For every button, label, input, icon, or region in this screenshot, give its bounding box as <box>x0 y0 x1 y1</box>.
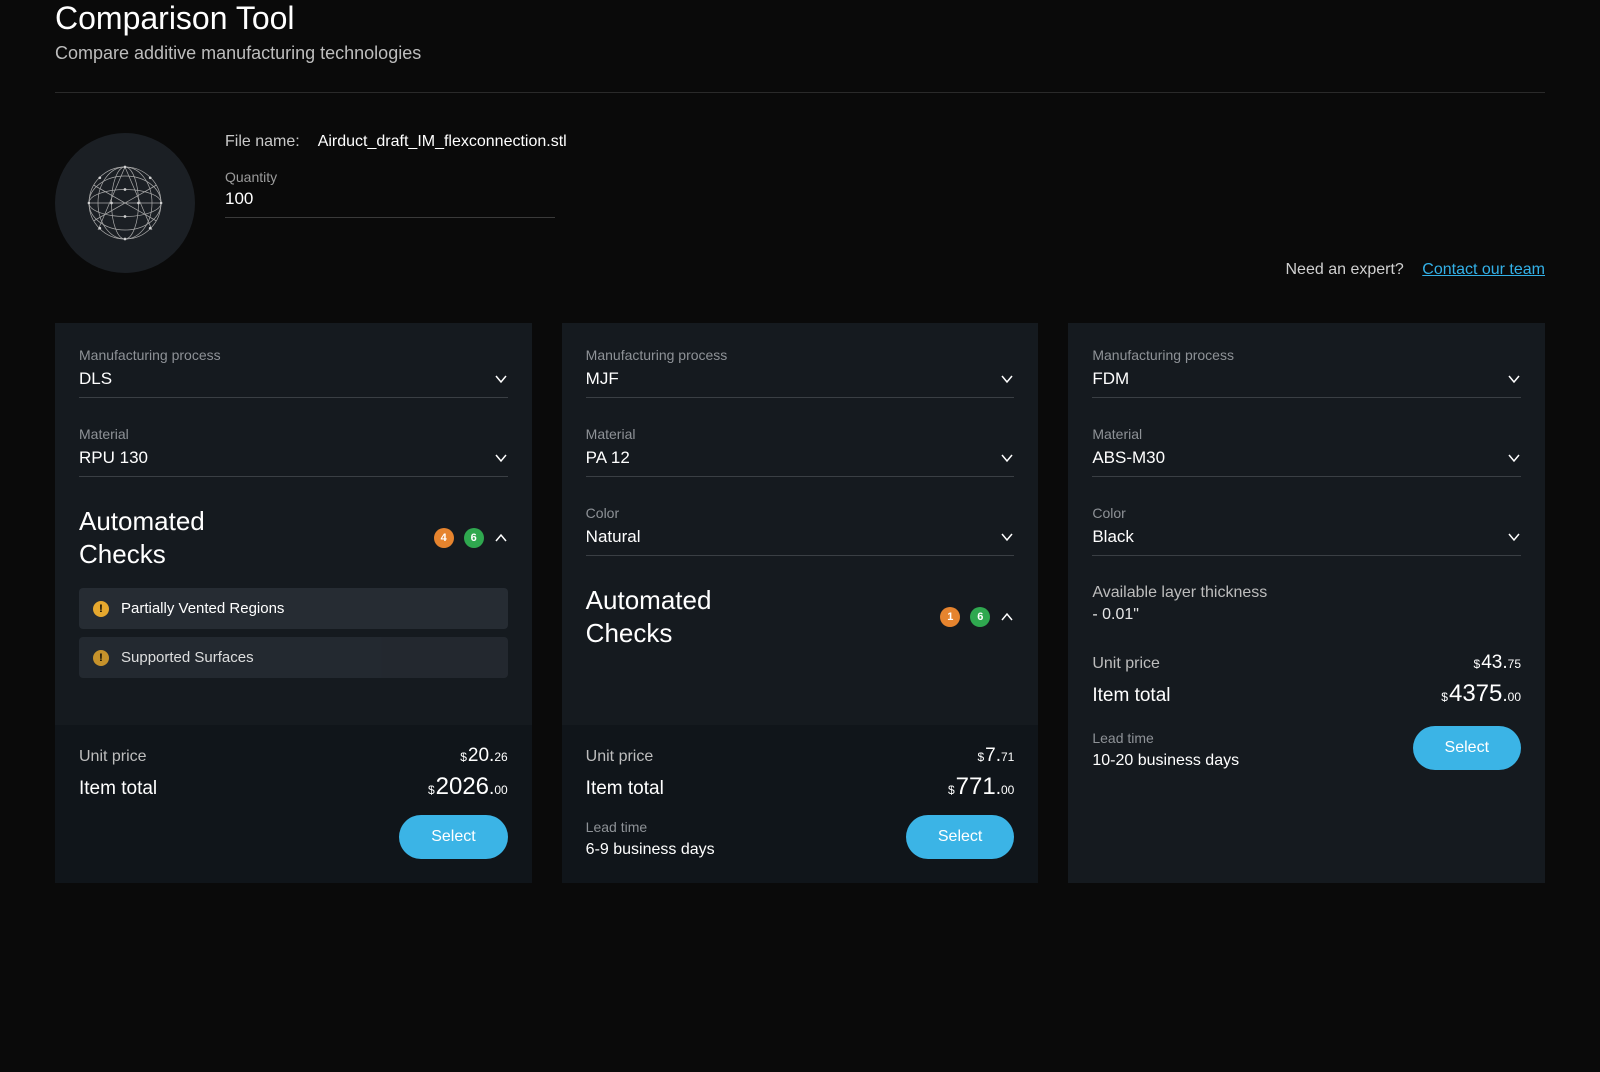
chevron-up-icon[interactable] <box>494 531 508 545</box>
file-name-label: File name: <box>225 133 300 151</box>
warning-count-badge: 4 <box>434 528 454 548</box>
process-select[interactable]: Manufacturing process DLS <box>79 347 508 398</box>
lead-time-label: Lead time <box>586 819 715 835</box>
item-total-label: Item total <box>1092 685 1170 707</box>
ok-count-badge: 6 <box>464 528 484 548</box>
chevron-down-icon <box>1000 530 1014 544</box>
process-select[interactable]: Manufacturing process MJF <box>586 347 1015 398</box>
warning-count-badge: 1 <box>940 607 960 627</box>
warning-icon: ! <box>93 650 109 666</box>
material-value: RPU 130 <box>79 448 148 468</box>
select-button[interactable]: Select <box>399 815 507 859</box>
warning-icon: ! <box>93 601 109 617</box>
page-title: Comparison Tool <box>55 0 1545 37</box>
unit-price-label: Unit price <box>586 748 654 766</box>
check-item-label: Supported Surfaces <box>121 649 254 666</box>
page-subtitle: Compare additive manufacturing technolog… <box>55 43 1545 64</box>
file-name-value: Airduct_draft_IM_flexconnection.stl <box>318 133 567 151</box>
lead-time-value: 6-9 business days <box>586 841 715 859</box>
select-button[interactable]: Select <box>906 815 1014 859</box>
color-select[interactable]: Color Natural <box>586 505 1015 556</box>
quantity-value: 100 <box>225 189 555 209</box>
unit-price-label: Unit price <box>1092 655 1160 673</box>
automated-checks-title: Automated Checks <box>586 584 746 649</box>
material-select[interactable]: Material PA 12 <box>586 426 1015 477</box>
unit-price-label: Unit price <box>79 748 147 766</box>
lead-time-label: Lead time <box>1092 730 1239 746</box>
process-label: Manufacturing process <box>79 347 508 363</box>
item-total-label: Item total <box>586 778 664 800</box>
material-select[interactable]: Material ABS-M30 <box>1092 426 1521 477</box>
chevron-down-icon <box>1000 451 1014 465</box>
comparison-card-fdm: Manufacturing process FDM Material ABS-M… <box>1068 323 1545 883</box>
chevron-up-icon[interactable] <box>1000 610 1014 624</box>
comparison-card-mjf: Manufacturing process MJF Material PA 12… <box>562 323 1039 883</box>
contact-team-link[interactable]: Contact our team <box>1422 261 1545 278</box>
unit-price-value: $7.71 <box>977 745 1014 767</box>
chevron-down-icon <box>1507 372 1521 386</box>
chevron-down-icon <box>494 372 508 386</box>
quantity-field[interactable]: Quantity 100 <box>225 169 555 218</box>
process-value: DLS <box>79 369 112 389</box>
chevron-down-icon <box>1507 530 1521 544</box>
material-label: Material <box>79 426 508 442</box>
layer-thickness-info: Available layer thickness - 0.01" <box>1092 584 1521 624</box>
item-total-value: $2026.00 <box>428 773 508 801</box>
lead-time-value: 10-20 business days <box>1092 752 1239 770</box>
check-item-label: Partially Vented Regions <box>121 600 284 617</box>
check-item[interactable]: ! Supported Surfaces <box>79 637 508 678</box>
unit-price-value: $20.26 <box>460 745 507 767</box>
automated-checks-title: Automated Checks <box>79 505 239 570</box>
item-total-value: $771.00 <box>948 773 1014 801</box>
chevron-down-icon <box>1507 451 1521 465</box>
quantity-label: Quantity <box>225 169 555 185</box>
wireframe-sphere-icon <box>80 158 170 248</box>
chevron-down-icon <box>1000 372 1014 386</box>
material-select[interactable]: Material RPU 130 <box>79 426 508 477</box>
color-select[interactable]: Color Black <box>1092 505 1521 556</box>
comparison-card-dls: Manufacturing process DLS Material RPU 1… <box>55 323 532 883</box>
ok-count-badge: 6 <box>970 607 990 627</box>
item-total-label: Item total <box>79 778 157 800</box>
select-button[interactable]: Select <box>1413 726 1521 770</box>
process-select[interactable]: Manufacturing process FDM <box>1092 347 1521 398</box>
check-item[interactable]: ! Partially Vented Regions <box>79 588 508 629</box>
expert-text: Need an expert? <box>1286 261 1404 278</box>
item-total-value: $4375.00 <box>1441 680 1521 708</box>
part-thumbnail <box>55 133 195 273</box>
chevron-down-icon <box>494 451 508 465</box>
unit-price-value: $43.75 <box>1474 652 1521 674</box>
